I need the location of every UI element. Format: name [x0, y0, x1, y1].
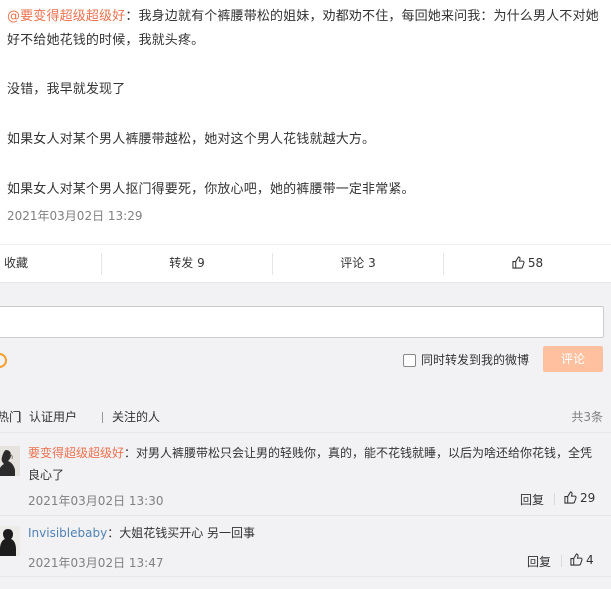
smiley-icon[interactable]	[0, 353, 7, 368]
post-author-link[interactable]: @要变得超级超级好	[7, 9, 125, 24]
post-first-paragraph: @要变得超级超级好：我身边就有个裤腰带松的姐妹，劝都劝不住，每回她来问我：为什么…	[7, 5, 607, 53]
forward-button[interactable]: 转发 9	[102, 245, 272, 282]
tab-hot[interactable]: 热门	[0, 401, 21, 433]
tab-divider	[20, 412, 21, 423]
comment-action-divider	[561, 555, 562, 567]
comment-timestamp: 2021年03月02日 13:47	[28, 556, 164, 570]
like-count: 58	[527, 256, 544, 270]
comment-text: Invisiblebaby：大姐花钱买开心 另一回事	[28, 522, 603, 544]
comment-like-count: 4	[586, 553, 594, 567]
tab-divider	[102, 412, 103, 423]
reply-button[interactable]: 回复	[527, 553, 551, 570]
comment-filter-tabs: 热门 认证用户 关注的人 共3条	[0, 401, 611, 433]
forward-checkbox-label[interactable]: 同时转发到我的微博	[421, 351, 529, 368]
comment-body: ：大姐花钱买开心 另一回事	[107, 526, 256, 540]
avatar-image	[0, 450, 15, 476]
comment-action-divider	[554, 493, 555, 505]
post-paragraph: 如果女人对某个男人抠门得要死，你放心吧，她的裤腰带一定非常紧。	[7, 182, 415, 197]
post-timestamp[interactable]: 2021年03月02日 13:29	[7, 207, 142, 224]
comment-item: Invisiblebaby：大姐花钱买开心 另一回事 2021年03月02日 1…	[0, 517, 611, 577]
comment-input[interactable]	[0, 306, 604, 338]
comment-section: 同时转发到我的微博 评论 热门 认证用户 关注的人 共3条 要变得超级超级好：对…	[0, 282, 611, 589]
commenter-name[interactable]: 要变得超级超级好	[28, 446, 124, 460]
post-paragraph: 如果女人对某个男人裤腰带越松，她对这个男人花钱就越大方。	[7, 132, 376, 147]
post-body: @要变得超级超级好：我身边就有个裤腰带松的姐妹，劝都劝不住，每回她来问我：为什么…	[0, 0, 611, 240]
comment-like-button[interactable]: 4	[570, 553, 594, 567]
forward-checkbox[interactable]	[403, 354, 416, 367]
comment-like-count: 29	[580, 491, 596, 505]
thumbs-up-icon	[570, 553, 583, 566]
post-paragraph: 没错，我早就发现了	[7, 82, 126, 97]
avatar[interactable]	[0, 446, 20, 476]
commenter-name[interactable]: Invisiblebaby	[28, 526, 107, 540]
tab-verified-users[interactable]: 认证用户	[29, 401, 77, 433]
comment-like-button[interactable]: 29	[564, 491, 595, 505]
comment-timestamp: 2021年03月02日 13:30	[28, 494, 164, 508]
avatar-image	[0, 529, 16, 556]
comment-button[interactable]: 评论 3	[273, 245, 443, 282]
avatar[interactable]	[0, 526, 20, 556]
thumbs-up-icon	[564, 491, 577, 504]
comment-item: 要变得超级超级好：对男人裤腰带松只会让男的轻贱你，真的，能不花钱就睡，以后为啥还…	[0, 434, 611, 516]
thumbs-up-icon	[512, 256, 525, 269]
like-button[interactable]: 58	[444, 245, 611, 282]
comment-total-count: 共3条	[571, 410, 603, 424]
comment-text: 要变得超级超级好：对男人裤腰带松只会让男的轻贱你，真的，能不花钱就睡，以后为啥还…	[28, 442, 603, 486]
weibo-post-page: @要变得超级超级好：我身边就有个裤腰带松的姐妹，劝都劝不住，每回她来问我：为什么…	[0, 0, 611, 589]
favorite-button[interactable]: 收藏	[0, 245, 50, 282]
tab-following[interactable]: 关注的人	[112, 401, 160, 433]
submit-comment-button[interactable]: 评论	[543, 346, 603, 372]
post-action-bar: 收藏 转发 9 评论 3 58	[0, 244, 611, 282]
reply-button[interactable]: 回复	[520, 491, 544, 508]
